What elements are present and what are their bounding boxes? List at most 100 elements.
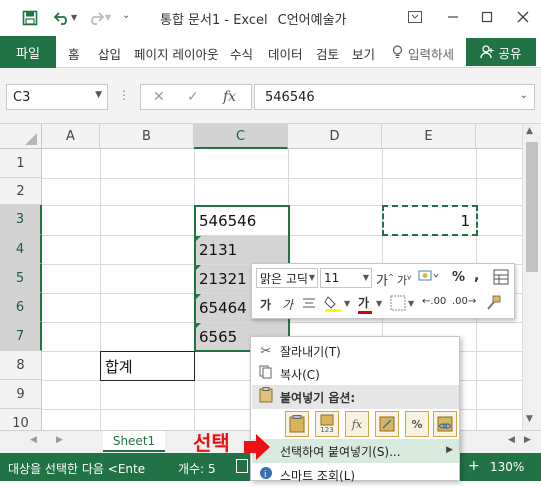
column-header-c[interactable]: C [194, 124, 288, 149]
align-center-icon[interactable] [302, 296, 316, 313]
formula-input[interactable]: 546546 ⌄ [254, 84, 535, 110]
sheet-prev-icon[interactable]: ◀ [30, 435, 37, 445]
column-header-a[interactable]: A [42, 124, 100, 149]
row-header-5[interactable]: 5 [0, 264, 42, 293]
formula-value: 546546 [265, 90, 315, 105]
close-icon[interactable] [510, 4, 536, 30]
font-name-select[interactable]: 맑은 고딕 ▼ [256, 268, 318, 288]
increase-font-icon[interactable]: 가^ [376, 270, 394, 289]
chevron-down-icon[interactable]: ▼ [376, 299, 382, 308]
undo-dropdown-icon[interactable]: ▼ [71, 13, 77, 22]
zoom-level[interactable]: 130% [490, 460, 524, 474]
tell-me-search[interactable]: 입력하세 [408, 44, 454, 63]
chevron-down-icon[interactable]: ▼ [344, 299, 350, 308]
tab-file[interactable]: 파일 [0, 36, 56, 68]
column-header-e[interactable]: E [382, 124, 476, 149]
decrease-font-icon[interactable]: 가v [397, 272, 411, 288]
decrease-decimal-icon[interactable]: .00→ [452, 296, 476, 307]
redo-dropdown-icon[interactable]: ▼ [105, 13, 111, 22]
redo-icon[interactable] [86, 8, 106, 28]
customize-icon[interactable]: ⌄ [122, 10, 130, 21]
gridline [100, 149, 101, 430]
bold-icon[interactable]: 가 [260, 296, 271, 313]
column-header-d[interactable]: D [288, 124, 382, 149]
cancel-icon[interactable]: ✕ [153, 89, 165, 105]
save-icon[interactable] [20, 8, 40, 28]
maximize-icon[interactable] [474, 4, 500, 30]
menu-item-copy-label: 복사(C) [280, 367, 320, 382]
lightbulb-icon [392, 45, 403, 62]
scroll-down-icon[interactable]: ▼ [526, 414, 533, 424]
paste-formulas-icon[interactable]: fx [345, 411, 369, 437]
italic-icon[interactable]: 가 [282, 296, 293, 313]
row-header-1[interactable]: 1 [0, 149, 42, 178]
minimize-icon[interactable] [440, 4, 466, 30]
scroll-thumb[interactable] [526, 142, 538, 272]
menu-item-copy[interactable]: 복사(C) [252, 362, 459, 386]
window-title: 통합 문서1 - Excel C언어예술가 [160, 13, 347, 28]
status-message: 대상을 선택한 다음 <Ente [8, 462, 146, 476]
chevron-down-icon[interactable]: ▼ [95, 90, 102, 100]
accounting-format-icon[interactable] [418, 268, 440, 287]
menu-item-smart-lookup[interactable]: i 스마트 조회(L) [252, 463, 459, 487]
font-size-select[interactable]: 11 ▼ [320, 268, 372, 288]
name-box-value: C3 [13, 90, 31, 105]
sheet-tab-sheet1[interactable]: Sheet1 [103, 431, 165, 452]
row-header-10[interactable]: 10 [0, 409, 42, 430]
fill-color-icon[interactable] [324, 294, 342, 315]
insert-function-icon[interactable]: fx [223, 89, 236, 105]
name-box[interactable]: C3 ▼ [6, 84, 108, 110]
menu-item-paste-special[interactable]: 선택하여 붙여넣기(S)... ▶ [252, 439, 459, 463]
menu-item-paste-special-label: 선택하여 붙여넣기(S)... [280, 444, 401, 459]
clipboard-icon [252, 387, 280, 407]
sheet-next-icon[interactable]: ▶ [56, 435, 63, 445]
paste-icon[interactable] [285, 411, 309, 437]
chevron-down-icon[interactable]: ▼ [408, 299, 414, 308]
expand-formula-icon[interactable]: ⌄ [520, 90, 528, 101]
paste-values-icon[interactable]: 123 [315, 411, 339, 437]
scissors-icon: ✂ [260, 343, 272, 359]
row-header-6[interactable]: 6 [0, 293, 42, 322]
mini-toolbar: 맑은 고딕 ▼ 11 ▼ 가^ 가v % , 가 가 ▼ 가 ▼ ▼ ←.00 … [251, 263, 515, 319]
tab-page-layout[interactable]: 페이지 레이아웃 [134, 44, 218, 63]
paste-transpose-icon[interactable] [375, 411, 399, 437]
tab-view[interactable]: 보기 [352, 44, 375, 63]
format-painter-icon[interactable] [484, 294, 502, 315]
hscroll-left-icon[interactable]: ◀ [508, 435, 515, 445]
ribbon-display-icon[interactable] [402, 4, 428, 30]
font-color-icon[interactable]: 가 [358, 294, 372, 314]
column-header-b[interactable]: B [100, 124, 194, 149]
menu-item-cut[interactable]: ✂ 잘라내기(T) [252, 339, 459, 363]
share-button[interactable]: 공유 [466, 38, 536, 66]
comma-style-icon[interactable]: , [474, 268, 479, 284]
tab-review[interactable]: 검토 [316, 44, 339, 63]
paste-formatting-icon[interactable]: % [405, 411, 429, 437]
column-header-f[interactable] [476, 124, 522, 149]
copy-marquee [382, 205, 478, 236]
increase-decimal-icon[interactable]: ←.00 [422, 296, 446, 307]
formula-buttons: ✕ ✓ fx [140, 84, 252, 110]
formula-bar-resize-handle[interactable]: ⋮ [118, 88, 130, 102]
tab-formulas[interactable]: 수식 [230, 44, 253, 63]
enter-icon[interactable]: ✓ [187, 89, 199, 105]
row-header-8[interactable]: 8 [0, 351, 42, 380]
hscroll-right-icon[interactable]: ▶ [524, 435, 531, 445]
zoom-in-icon[interactable]: + [468, 458, 480, 474]
undo-icon[interactable] [52, 8, 72, 28]
row-header-7[interactable]: 7 [0, 322, 42, 351]
row-header-2[interactable]: 2 [0, 178, 42, 205]
vertical-scrollbar[interactable]: ▲ ▼ [522, 124, 541, 430]
tab-home[interactable]: 홈 [68, 44, 80, 63]
percent-style-icon[interactable]: % [452, 270, 465, 285]
paste-link-icon[interactable] [433, 411, 457, 437]
borders-icon[interactable] [390, 295, 406, 314]
scroll-up-icon[interactable]: ▲ [526, 126, 533, 136]
font-name-value: 맑은 고딕 [260, 271, 308, 286]
select-all-corner[interactable] [0, 124, 42, 149]
row-header-9[interactable]: 9 [0, 380, 42, 409]
row-header-3[interactable]: 3 [0, 205, 42, 235]
row-header-4[interactable]: 4 [0, 235, 42, 264]
tab-data[interactable]: 데이터 [268, 44, 303, 63]
format-painter-grid-icon[interactable] [493, 269, 509, 288]
tab-insert[interactable]: 삽입 [98, 44, 121, 63]
